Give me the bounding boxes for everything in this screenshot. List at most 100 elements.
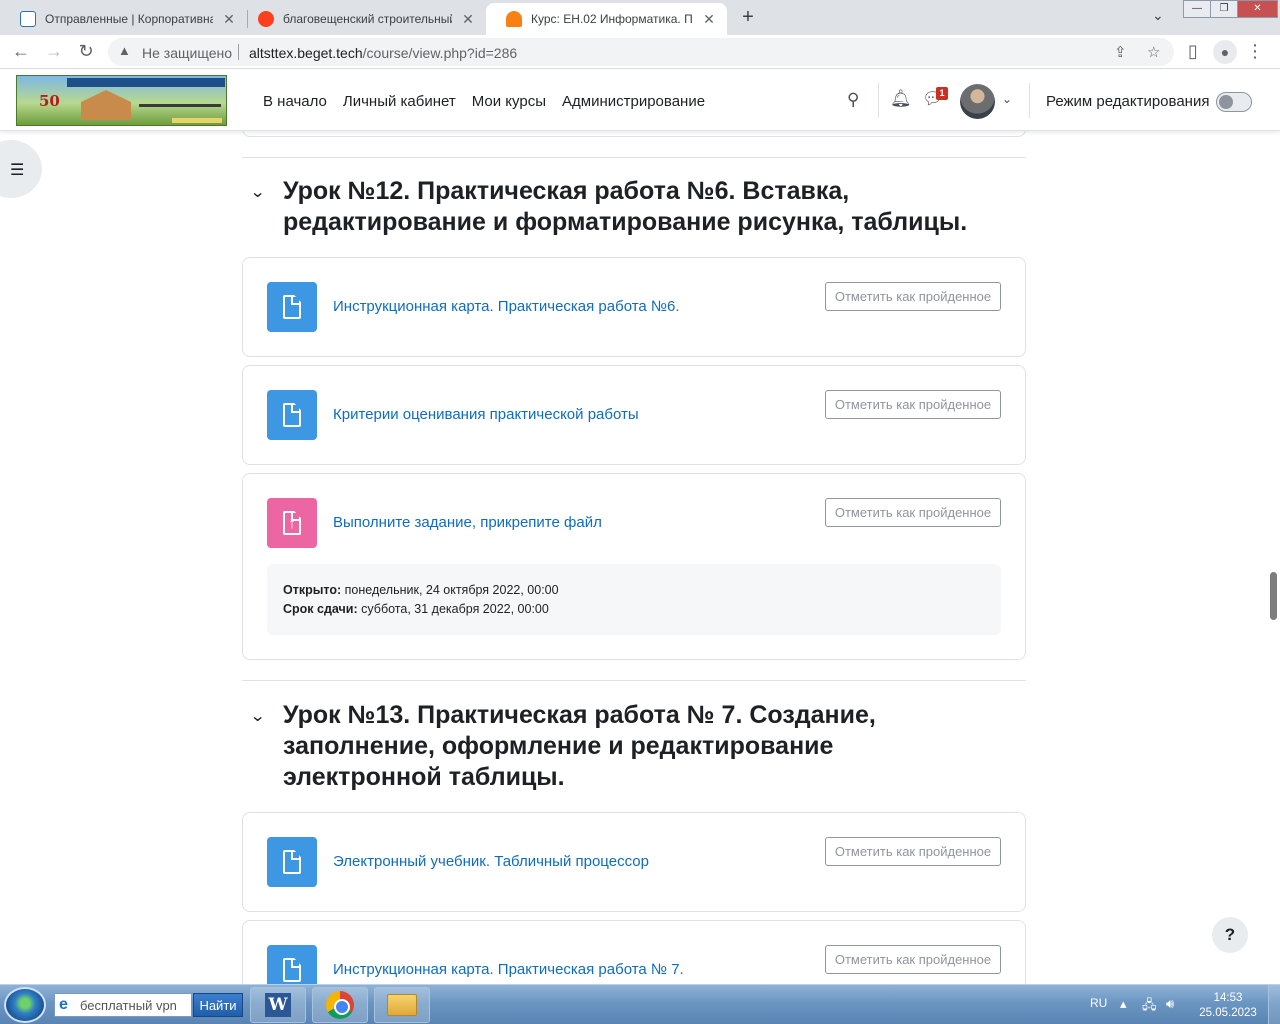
- nav-dashboard[interactable]: Личный кабинет: [343, 93, 456, 110]
- close-icon[interactable]: ✕: [221, 11, 237, 28]
- yandex-favicon-icon: [258, 11, 274, 27]
- side-panel-icon[interactable]: ▯: [1182, 41, 1204, 62]
- windows-taskbar: e бесплатный vpn Найти W RU ▴ 🖧︎ 🔊︎ 14:5…: [0, 984, 1280, 1024]
- nav-site-admin[interactable]: Администрирование: [562, 93, 705, 110]
- show-desktop-button[interactable]: [1268, 985, 1280, 1024]
- file-icon: [267, 837, 317, 887]
- word-icon: W: [265, 993, 291, 1017]
- close-icon[interactable]: ✕: [701, 11, 717, 28]
- nav-my-courses[interactable]: Мои курсы: [472, 93, 546, 110]
- chevron-down-icon[interactable]: ⌄: [250, 706, 266, 726]
- bell-icon[interactable]: 🔔︎: [890, 89, 912, 109]
- activity-link[interactable]: Инструкционная карта. Практическая работ…: [333, 298, 680, 315]
- profile-icon[interactable]: ●: [1213, 40, 1237, 64]
- start-button[interactable]: [4, 987, 46, 1023]
- restore-window-button[interactable]: ❐: [1210, 0, 1238, 18]
- user-avatar[interactable]: [960, 84, 995, 119]
- due-date: Срок сдачи: суббота, 31 декабря 2022, 00…: [283, 600, 985, 619]
- browser-tab-course[interactable]: Курс: ЕН.02 Информатика. Преп ✕: [486, 3, 727, 35]
- mark-done-button[interactable]: Отметить как пройденное: [825, 837, 1001, 866]
- tray-expand-icon[interactable]: ▴: [1120, 996, 1127, 1012]
- volume-icon[interactable]: 🔊︎: [1166, 996, 1174, 1012]
- activity-card: Критерии оценивания практической работы …: [242, 365, 1026, 465]
- browser-tab-yandex[interactable]: благовещенский строительный ✕: [238, 3, 486, 35]
- divider: [1029, 83, 1030, 118]
- section-divider: [242, 680, 1026, 681]
- network-icon[interactable]: 🖧︎: [1142, 996, 1157, 1018]
- kebab-menu-icon[interactable]: ⋮: [1244, 41, 1266, 62]
- language-indicator[interactable]: RU: [1090, 996, 1107, 1010]
- mail-favicon-icon: [20, 11, 36, 27]
- activity-link[interactable]: Электронный учебник. Табличный процессор: [333, 853, 649, 870]
- activity-card: Инструкционная карта. Практическая работ…: [242, 257, 1026, 357]
- mark-done-button[interactable]: Отметить как пройденное: [825, 945, 1001, 974]
- search-text: бесплатный vpn: [80, 998, 177, 1013]
- tab-title: Отправленные | Корпоративная: [45, 12, 213, 26]
- logo-emblem: 50: [39, 92, 60, 110]
- browser-tab-mail[interactable]: Отправленные | Корпоративная ✕: [0, 3, 247, 35]
- search-icon[interactable]: ⚲: [847, 90, 859, 110]
- open-date-value: понедельник, 24 октября 2022, 00:00: [344, 583, 559, 597]
- tab-search-chevron-icon[interactable]: ⌄: [1152, 7, 1164, 24]
- mark-done-button[interactable]: Отметить как пройденное: [825, 282, 1001, 311]
- address-bar[interactable]: ▲ Не защищено altsttex.beget.tech/course…: [108, 38, 1174, 66]
- word-taskbar-item[interactable]: W: [250, 987, 306, 1023]
- mark-done-button[interactable]: Отметить как пройденное: [825, 390, 1001, 419]
- activity-link[interactable]: Инструкционная карта. Практическая работ…: [333, 961, 684, 978]
- toggle-knob: [1219, 95, 1233, 109]
- browser-toolbar: ← → ↻ ▲ Не защищено altsttex.beget.tech/…: [0, 35, 1280, 69]
- chevron-down-icon[interactable]: ⌄: [1002, 92, 1012, 106]
- close-window-button[interactable]: ✕: [1237, 0, 1278, 18]
- ie-icon: e: [59, 996, 68, 1013]
- tab-title: Курс: ЕН.02 Информатика. Преп: [531, 12, 693, 26]
- security-status[interactable]: Не защищено: [142, 45, 232, 61]
- page-scrollbar[interactable]: [1270, 572, 1277, 620]
- file-icon: [267, 390, 317, 440]
- activity-dates: Открыто: понедельник, 24 октября 2022, 0…: [267, 564, 1001, 635]
- due-date-value: суббота, 31 декабря 2022, 00:00: [361, 602, 549, 616]
- find-button[interactable]: Найти: [193, 993, 243, 1017]
- help-button[interactable]: ?: [1212, 917, 1248, 953]
- logo-strip: [139, 104, 221, 107]
- taskbar-search-input[interactable]: e бесплатный vpn: [54, 993, 192, 1017]
- close-icon[interactable]: ✕: [460, 11, 476, 28]
- tab-title: благовещенский строительный: [283, 12, 452, 26]
- section-title[interactable]: Урок №12. Практическая работа №6. Вставк…: [283, 176, 983, 238]
- nav-home[interactable]: В начало: [263, 93, 327, 110]
- star-icon[interactable]: ☆: [1147, 43, 1160, 61]
- share-icon[interactable]: ⇪: [1114, 43, 1127, 61]
- url-path: /course/view.php?id=286: [362, 45, 518, 61]
- arrow-left-icon[interactable]: ←: [10, 41, 32, 62]
- minimize-window-button[interactable]: —: [1183, 0, 1211, 18]
- notification-count-badge: 1: [936, 87, 948, 100]
- clock-time: 14:53: [1213, 992, 1243, 1004]
- course-index-toggle[interactable]: ☰: [0, 140, 42, 198]
- chevron-down-icon[interactable]: ⌄: [250, 182, 266, 202]
- edit-mode-toggle[interactable]: [1216, 92, 1252, 112]
- site-logo[interactable]: 50: [16, 75, 227, 126]
- folder-icon: [387, 994, 417, 1016]
- arrow-right-icon[interactable]: →: [43, 41, 65, 62]
- url-text[interactable]: altsttex.beget.tech/course/view.php?id=2…: [249, 45, 517, 61]
- section-divider: [242, 157, 1026, 158]
- logo-strip: [172, 118, 222, 123]
- mark-done-button[interactable]: Отметить как пройденное: [825, 498, 1001, 527]
- edit-mode-label: Режим редактирования: [1046, 93, 1210, 110]
- section-title[interactable]: Урок №13. Практическая работа № 7. Созда…: [283, 700, 923, 793]
- clock-date: 25.05.2023: [1199, 1007, 1257, 1019]
- browser-tabstrip: Отправленные | Корпоративная ✕ благовеще…: [0, 0, 1280, 35]
- due-date-label: Срок сдачи:: [283, 602, 358, 616]
- activity-link[interactable]: Критерии оценивания практической работы: [333, 406, 639, 423]
- activity-card: ↑ Выполните задание, прикрепите файл Отм…: [242, 473, 1026, 660]
- explorer-taskbar-item[interactable]: [374, 987, 430, 1023]
- new-tab-button[interactable]: +: [737, 6, 759, 29]
- tray-clock[interactable]: 14:53 25.05.2023: [1198, 991, 1258, 1021]
- activity-link[interactable]: Выполните задание, прикрепите файл: [333, 514, 602, 531]
- warning-icon[interactable]: ▲: [118, 43, 131, 58]
- logo-house: [81, 90, 131, 120]
- open-date-label: Открыто:: [283, 583, 342, 597]
- chrome-icon: [326, 991, 354, 1019]
- reload-icon[interactable]: ↻: [75, 41, 97, 62]
- file-icon: [267, 282, 317, 332]
- chrome-taskbar-item[interactable]: [312, 987, 368, 1023]
